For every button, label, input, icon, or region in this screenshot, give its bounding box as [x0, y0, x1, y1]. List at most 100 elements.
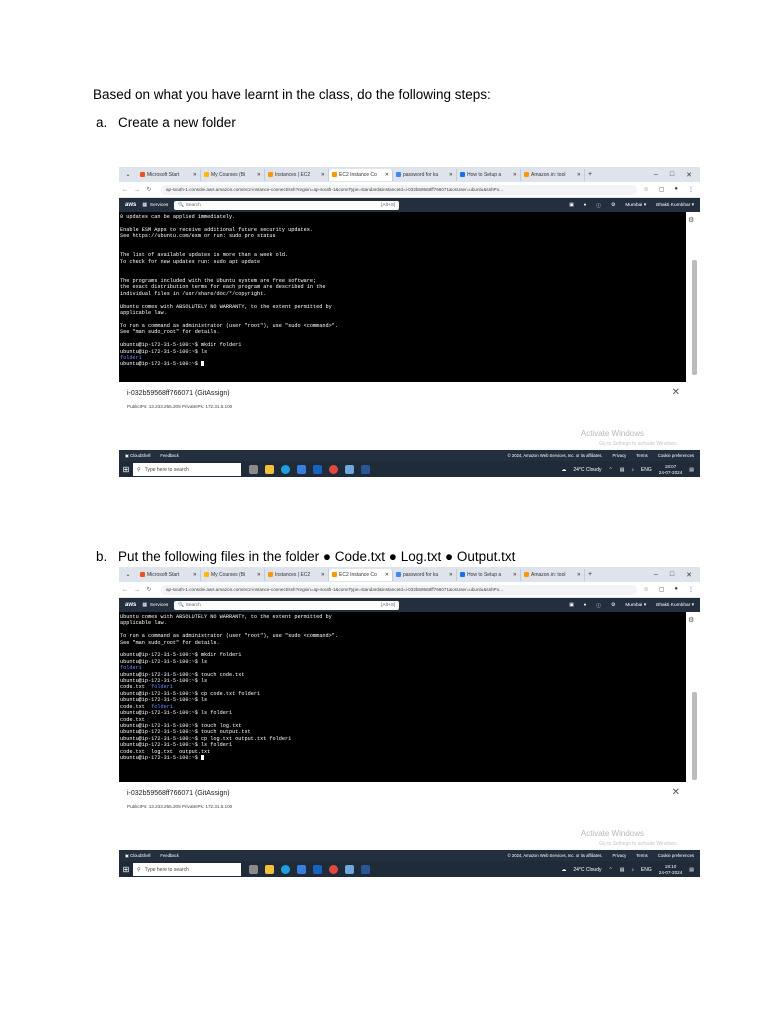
back-arrow-icon[interactable]: ← — [119, 187, 131, 193]
tray-chevron-icon[interactable]: ⌃ — [608, 467, 612, 473]
notification-icon[interactable]: ▤ — [689, 867, 694, 873]
app-icon[interactable] — [345, 865, 354, 874]
tab-close-icon[interactable]: ✕ — [513, 172, 517, 178]
menu-dots-icon[interactable]: ⋮ — [688, 186, 694, 193]
profile-icon[interactable]: ● — [674, 586, 678, 593]
language-indicator[interactable]: ENG — [641, 467, 652, 473]
windows-start-icon[interactable]: ⊞ — [119, 865, 133, 874]
tab-search-chevron-icon[interactable]: ⌄ — [119, 171, 137, 178]
browser-tab[interactable]: Amazon.in: tool ✕ — [521, 568, 585, 581]
cloudshell-icon[interactable]: ▣ — [569, 203, 574, 208]
browser-tab[interactable]: EC2 Instance Co ✕ — [329, 168, 393, 181]
terminal-output[interactable]: 0 updates can be applied immediately. En… — [119, 212, 700, 382]
aws-logo[interactable]: aws — [119, 602, 142, 608]
notifications-icon[interactable]: ♦ — [584, 203, 586, 208]
tab-close-icon[interactable]: ✕ — [577, 172, 581, 178]
terminal-settings-icon[interactable]: ⚙ — [688, 616, 694, 624]
browser-tab[interactable]: Instances | EC2 ✕ — [265, 168, 329, 181]
edge-icon[interactable] — [281, 465, 290, 474]
browser-tab[interactable]: My Courses (Bi ✕ — [201, 568, 265, 581]
url-bar[interactable]: ap-south-1.console.aws.amazon.com/ec2-in… — [161, 184, 638, 195]
browser-tab[interactable]: Microsoft Start ✕ — [137, 168, 201, 181]
tab-close-icon[interactable]: ✕ — [257, 572, 261, 578]
tab-search-chevron-icon[interactable]: ⌄ — [119, 571, 137, 578]
services-menu[interactable]: ▦ Services — [142, 203, 174, 208]
tab-close-icon[interactable]: ✕ — [385, 572, 389, 578]
aws-logo[interactable]: aws — [119, 202, 142, 208]
panel-close-icon[interactable]: ✕ — [672, 387, 680, 398]
services-menu[interactable]: ▦ Services — [142, 603, 174, 608]
tab-close-icon[interactable]: ✕ — [321, 572, 325, 578]
tab-close-icon[interactable]: ✕ — [449, 172, 453, 178]
browser-tab[interactable]: How to Setup a ✕ — [457, 168, 521, 181]
file-explorer-icon[interactable] — [265, 465, 274, 474]
terminal-scrollbar[interactable]: ⚙ — [686, 612, 700, 782]
privacy-link[interactable]: Privacy — [613, 853, 627, 858]
word-icon[interactable] — [361, 465, 370, 474]
browser-tab[interactable]: How to Setup a ✕ — [457, 568, 521, 581]
tab-close-icon[interactable]: ✕ — [449, 572, 453, 578]
aws-search-input[interactable]: 🔍 Search [Alt+S] — [174, 200, 400, 210]
extensions-icon[interactable]: ▢ — [659, 186, 665, 193]
forward-arrow-icon[interactable]: → — [131, 187, 143, 193]
browser-tab[interactable]: password for ku ✕ — [393, 168, 457, 181]
browser-tab[interactable]: My Courses (Bi ✕ — [201, 168, 265, 181]
browser-tab[interactable]: Instances | EC2 ✕ — [265, 568, 329, 581]
weather-icon[interactable]: ☁ — [561, 467, 566, 473]
close-icon[interactable]: ✕ — [686, 171, 692, 179]
taskbar-search-input[interactable]: ⚲ Type here to search — [133, 463, 241, 476]
tab-close-icon[interactable]: ✕ — [321, 172, 325, 178]
task-view-icon[interactable] — [249, 465, 258, 474]
profile-icon[interactable]: ● — [674, 186, 678, 193]
account-menu[interactable]: Bhakti Kumbhar ▾ — [656, 203, 694, 208]
settings-gear-icon[interactable]: ⚙ — [611, 203, 615, 208]
network-icon[interactable]: ▤ — [620, 467, 625, 473]
new-tab-button[interactable]: + — [585, 571, 595, 578]
browser-tab[interactable]: Amazon.in: tool ✕ — [521, 168, 585, 181]
terms-link[interactable]: Terms — [636, 453, 647, 458]
maximize-icon[interactable]: □ — [670, 571, 674, 579]
word-icon[interactable] — [361, 865, 370, 874]
taskbar-clock[interactable]: 18:10 24-07-2024 — [659, 864, 683, 875]
store-icon[interactable] — [297, 865, 306, 874]
cookie-preferences-link[interactable]: Cookie preferences — [658, 453, 694, 458]
terminal-scrollbar[interactable]: ⚙ — [686, 212, 700, 382]
weather-icon[interactable]: ☁ — [561, 867, 566, 873]
close-icon[interactable]: ✕ — [686, 571, 692, 579]
task-view-icon[interactable] — [249, 865, 258, 874]
windows-start-icon[interactable]: ⊞ — [119, 465, 133, 474]
browser-tab[interactable]: EC2 Instance Co ✕ — [329, 568, 393, 581]
forward-arrow-icon[interactable]: → — [131, 587, 143, 593]
tab-close-icon[interactable]: ✕ — [257, 172, 261, 178]
volume-icon[interactable]: ♪ — [631, 467, 634, 473]
browser-tab[interactable]: Microsoft Start ✕ — [137, 568, 201, 581]
extensions-icon[interactable]: ▢ — [659, 586, 665, 593]
cloudshell-link[interactable]: ▣ CloudShell — [125, 453, 150, 458]
reload-icon[interactable]: ↻ — [143, 186, 155, 193]
minimize-icon[interactable]: – — [654, 571, 658, 579]
panel-close-icon[interactable]: ✕ — [672, 787, 680, 798]
star-icon[interactable]: ☆ — [643, 586, 648, 593]
browser-tab[interactable]: password for ku ✕ — [393, 568, 457, 581]
terminal-settings-icon[interactable]: ⚙ — [688, 216, 694, 224]
app-icon[interactable] — [345, 465, 354, 474]
taskbar-clock[interactable]: 18:07 24-07-2024 — [659, 464, 683, 475]
star-icon[interactable]: ☆ — [643, 186, 648, 193]
store-icon[interactable] — [297, 465, 306, 474]
notifications-icon[interactable]: ♦ — [584, 603, 586, 608]
settings-gear-icon[interactable]: ⚙ — [611, 603, 615, 608]
maximize-icon[interactable]: □ — [670, 171, 674, 179]
edge-icon[interactable] — [281, 865, 290, 874]
tab-close-icon[interactable]: ✕ — [193, 572, 197, 578]
feedback-link[interactable]: Feedback — [160, 453, 178, 458]
weather-text[interactable]: 24°C Cloudy — [573, 867, 601, 873]
tray-chevron-icon[interactable]: ⌃ — [608, 867, 612, 873]
terminal-output[interactable]: Ubuntu comes with ABSOLUTELY NO WARRANTY… — [119, 612, 700, 782]
tab-close-icon[interactable]: ✕ — [193, 172, 197, 178]
file-explorer-icon[interactable] — [265, 865, 274, 874]
help-icon[interactable]: ⓘ — [596, 602, 601, 609]
volume-icon[interactable]: ♪ — [631, 867, 634, 873]
tab-close-icon[interactable]: ✕ — [577, 572, 581, 578]
help-icon[interactable]: ⓘ — [596, 202, 601, 209]
language-indicator[interactable]: ENG — [641, 867, 652, 873]
